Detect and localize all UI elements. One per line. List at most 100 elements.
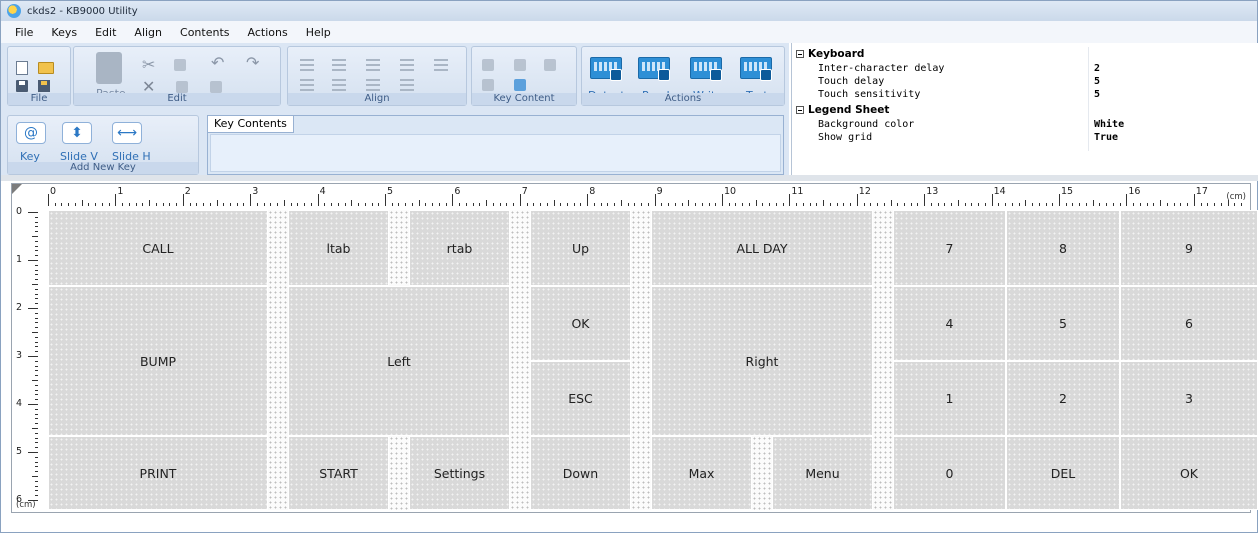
legend-section-header[interactable]: Legend Sheet — [792, 104, 1256, 117]
distribute-v-icon[interactable] — [400, 79, 414, 91]
key-image-icon[interactable] — [514, 59, 526, 71]
ruler-tick — [35, 293, 38, 295]
menu-actions[interactable]: Actions — [239, 26, 297, 39]
key-3[interactable]: 3 — [1120, 361, 1258, 436]
key-del[interactable]: DEL — [1006, 436, 1120, 510]
prop-value[interactable]: White — [1094, 118, 1124, 131]
ruler-tick — [647, 203, 649, 206]
ruler-tick — [580, 203, 582, 206]
ruler-number: 15 — [1061, 186, 1074, 197]
key-menu[interactable]: Menu — [772, 436, 873, 510]
key-print[interactable]: PRINT — [48, 436, 268, 510]
prop-value[interactable]: 2 — [1094, 62, 1100, 75]
prop-value[interactable]: 5 — [1094, 88, 1100, 101]
cut-icon[interactable]: ✂ — [142, 55, 155, 74]
key-ok-right[interactable]: OK — [1120, 436, 1258, 510]
paste-icon[interactable] — [96, 52, 122, 84]
ruler-tick — [310, 203, 312, 206]
key-rtab[interactable]: rtab — [409, 210, 510, 286]
same-size-icon[interactable] — [434, 59, 448, 71]
key-ltab[interactable]: ltab — [288, 210, 389, 286]
menu-align[interactable]: Align — [125, 26, 171, 39]
new-file-icon[interactable] — [16, 61, 28, 75]
menu-contents[interactable]: Contents — [171, 26, 238, 39]
ruler-tick — [35, 384, 38, 386]
prop-row-touch-sensitivity[interactable]: Touch sensitivity 5 — [792, 88, 1256, 101]
link-key-icon[interactable] — [482, 59, 494, 71]
slide-h-icon[interactable]: ⟷ — [112, 122, 142, 144]
key-7[interactable]: 7 — [893, 210, 1006, 286]
key-max[interactable]: Max — [651, 436, 752, 510]
prop-value[interactable]: 5 — [1094, 75, 1100, 88]
key-0[interactable]: 0 — [893, 436, 1006, 510]
menu-help[interactable]: Help — [297, 26, 340, 39]
window-title: ckds2 - KB9000 Utility — [27, 5, 138, 17]
keyboard-content-icon[interactable] — [544, 59, 556, 71]
key-down[interactable]: Down — [530, 436, 631, 510]
prop-row-touch-delay[interactable]: Touch delay 5 — [792, 75, 1256, 88]
key-bump[interactable]: BUMP — [48, 286, 268, 436]
keyboard-section-header[interactable]: Keyboard — [792, 48, 1256, 61]
ruler-tick — [35, 336, 38, 338]
align-middle-icon[interactable] — [332, 79, 346, 91]
key-start[interactable]: START — [288, 436, 389, 510]
ruler-tick — [35, 269, 38, 271]
align-center-icon[interactable] — [332, 59, 346, 71]
test-icon[interactable] — [740, 57, 772, 81]
align-left-icon[interactable] — [300, 59, 314, 71]
key-5[interactable]: 5 — [1006, 286, 1120, 361]
key-esc[interactable]: ESC — [530, 361, 631, 436]
key-call[interactable]: CALL — [48, 210, 268, 286]
ruler-tick — [182, 194, 184, 206]
edit-content-icon[interactable] — [514, 79, 526, 91]
copy-icon[interactable] — [174, 59, 186, 71]
key-ok[interactable]: OK — [530, 286, 631, 361]
align-right-icon[interactable] — [366, 59, 380, 71]
key-contents-tab[interactable]: Key Contents — [208, 116, 294, 133]
splitter[interactable] — [1, 175, 1258, 181]
key-right[interactable]: Right — [651, 286, 873, 436]
redo-icon[interactable]: ↷ — [246, 53, 259, 72]
ruler-tick — [614, 203, 616, 206]
slide-v-icon[interactable]: ⬍ — [62, 122, 92, 144]
key-all-day[interactable]: ALL DAY — [651, 210, 873, 286]
key-at-icon[interactable]: @ — [16, 122, 46, 144]
undo-icon[interactable]: ↶ — [211, 53, 224, 72]
key-settings[interactable]: Settings — [409, 436, 510, 510]
align-bottom-icon[interactable] — [300, 79, 314, 91]
v-ruler-unit: (cm) — [16, 500, 36, 510]
key-8[interactable]: 8 — [1006, 210, 1120, 286]
write-icon[interactable] — [690, 57, 722, 81]
key-6[interactable]: 6 — [1120, 286, 1258, 361]
key-1[interactable]: 1 — [893, 361, 1006, 436]
ruler-tick — [668, 203, 670, 206]
key-left[interactable]: Left — [288, 286, 510, 436]
ruler-tick — [755, 200, 757, 206]
menu-file[interactable]: File — [1, 26, 42, 39]
key-contents-editor[interactable] — [210, 134, 781, 172]
collapse-icon[interactable] — [796, 106, 804, 114]
align-top-icon[interactable] — [400, 59, 414, 71]
collapse-icon[interactable] — [796, 50, 804, 58]
menu-edit[interactable]: Edit — [86, 26, 125, 39]
macro-icon[interactable] — [482, 79, 494, 91]
save-as-icon[interactable] — [38, 80, 50, 92]
select-icon[interactable] — [176, 81, 188, 93]
ruler-tick — [1119, 203, 1121, 206]
key-4[interactable]: 4 — [893, 286, 1006, 361]
menu-keys[interactable]: Keys — [42, 26, 86, 39]
properties-icon[interactable] — [210, 81, 222, 93]
prop-row-inter-char-delay[interactable]: Inter-character delay 2 — [792, 62, 1256, 75]
key-9[interactable]: 9 — [1120, 210, 1258, 286]
ruler-tick — [277, 203, 279, 206]
read-icon[interactable] — [638, 57, 670, 81]
key-up[interactable]: Up — [530, 210, 631, 286]
open-folder-icon[interactable] — [38, 62, 54, 74]
key-2[interactable]: 2 — [1006, 361, 1120, 436]
save-icon[interactable] — [16, 80, 28, 92]
prop-row-show-grid[interactable]: Show grid True — [792, 131, 1256, 144]
detect-icon[interactable] — [590, 57, 622, 81]
prop-row-background-color[interactable]: Background color White — [792, 118, 1256, 131]
distribute-h-icon[interactable] — [366, 79, 380, 91]
prop-value[interactable]: True — [1094, 131, 1118, 144]
